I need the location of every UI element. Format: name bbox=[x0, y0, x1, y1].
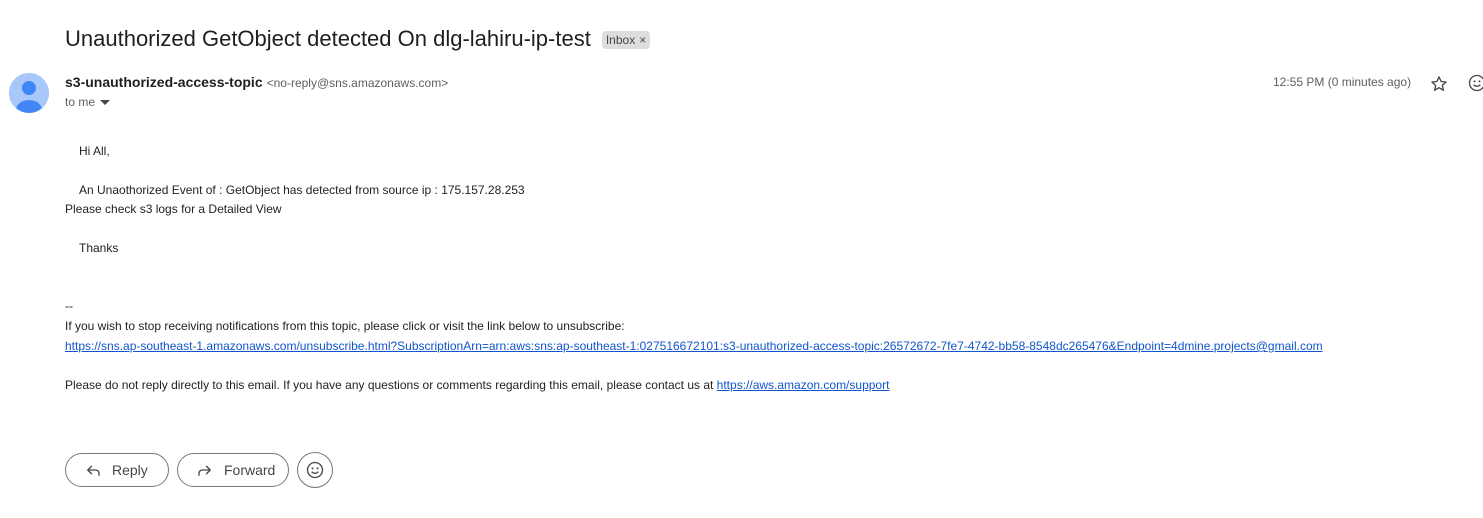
chevron-down-icon[interactable] bbox=[100, 95, 111, 109]
email-subject: Unauthorized GetObject detected On dlg-l… bbox=[65, 26, 591, 51]
timestamp: 12:55 PM (0 minutes ago) bbox=[1273, 75, 1412, 89]
thanks-line: Thanks bbox=[79, 241, 119, 255]
subject-row: Unauthorized GetObject detected On dlg-l… bbox=[65, 24, 651, 54]
action-bar: Reply Forward bbox=[65, 452, 333, 488]
remove-label-icon[interactable]: × bbox=[639, 31, 646, 49]
reply-button[interactable]: Reply bbox=[65, 453, 169, 487]
forward-button[interactable]: Forward bbox=[177, 453, 289, 487]
email-view: Unauthorized GetObject detected On dlg-l… bbox=[0, 0, 1483, 518]
unsubscribe-intro: If you wish to stop receiving notificati… bbox=[65, 319, 625, 333]
reply-label: Reply bbox=[112, 462, 148, 478]
check-logs-line: Please check s3 logs for a Detailed View bbox=[65, 202, 282, 216]
person-icon bbox=[9, 73, 49, 113]
footer-line: Please do not reply directly to this ema… bbox=[65, 378, 889, 392]
sender-email: <no-reply@sns.amazonaws.com> bbox=[266, 76, 449, 90]
emoji-reaction-button[interactable] bbox=[297, 452, 333, 488]
signature-separator: -- bbox=[65, 299, 73, 313]
emoji-reaction-icon[interactable] bbox=[1467, 73, 1483, 98]
inbox-label-text: Inbox bbox=[605, 33, 636, 47]
footer-text: Please do not reply directly to this ema… bbox=[65, 378, 717, 392]
reply-icon bbox=[84, 461, 102, 479]
inbox-label[interactable]: Inbox × bbox=[601, 31, 651, 49]
unsubscribe-link[interactable]: https://sns.ap-southeast-1.amazonaws.com… bbox=[65, 339, 1323, 353]
recipient-row[interactable]: to me bbox=[65, 95, 111, 109]
recipient-text: to me bbox=[65, 95, 96, 109]
forward-label: Forward bbox=[224, 462, 276, 478]
forward-icon bbox=[196, 461, 214, 479]
event-line: An Unaothorized Event of : GetObject has… bbox=[79, 183, 525, 197]
sender-row: s3-unauthorized-access-topic <no-reply@s… bbox=[65, 74, 448, 90]
sender-name[interactable]: s3-unauthorized-access-topic bbox=[65, 74, 263, 90]
support-link[interactable]: https://aws.amazon.com/support bbox=[717, 378, 890, 392]
avatar[interactable] bbox=[9, 73, 49, 113]
emoji-icon bbox=[306, 461, 324, 479]
greeting-line: Hi All, bbox=[79, 144, 110, 158]
star-icon[interactable] bbox=[1429, 74, 1449, 99]
